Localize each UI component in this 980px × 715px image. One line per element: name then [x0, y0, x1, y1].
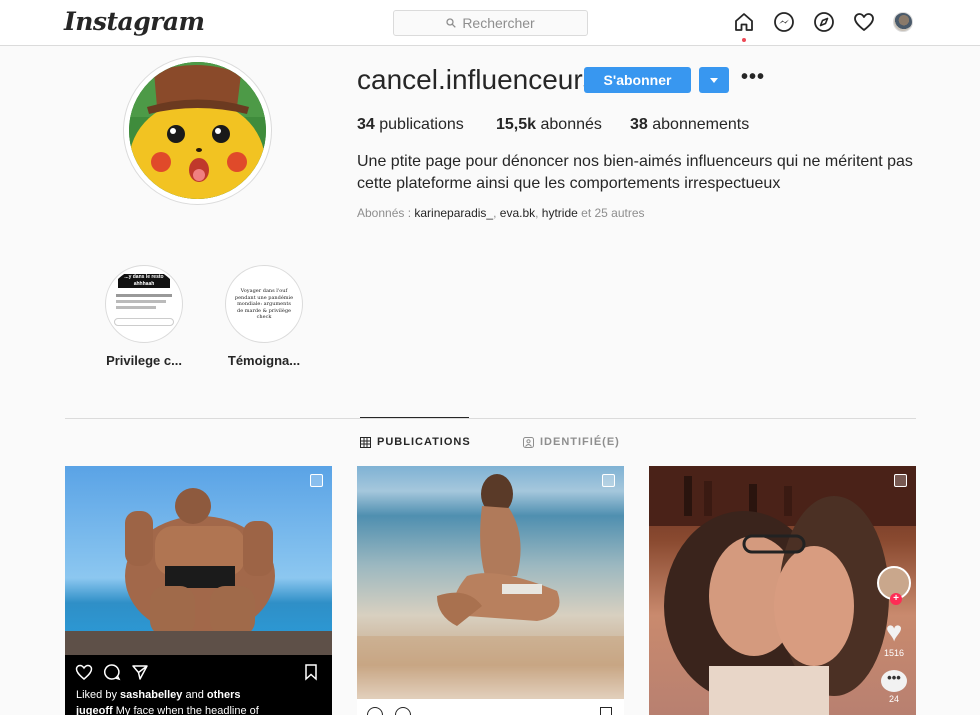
highlight-label: Témoigna... — [227, 353, 301, 368]
nav-icons — [733, 11, 913, 42]
heart-icon — [75, 664, 93, 680]
grid-icon — [360, 436, 371, 448]
comment-icon — [395, 707, 411, 715]
tab-tagged[interactable]: IDENTIFIÉ(E) — [523, 436, 620, 448]
home-icon[interactable] — [733, 11, 755, 42]
comment-icon — [104, 664, 121, 681]
highlight-label: Privilege c... — [106, 353, 182, 368]
top-navigation-bar: Instagram Rechercher — [0, 0, 980, 46]
story-highlight-temoignages[interactable]: Voyager dans l'ouf pendant une pandémie … — [225, 265, 303, 368]
profile-bio: Une ptite page pour dénoncer nos bien-ai… — [357, 153, 913, 192]
multi-photo-icon — [894, 474, 907, 487]
profile-username: cancel.influenceurs — [357, 64, 597, 95]
more-options-icon[interactable]: ••• — [741, 67, 764, 90]
video-side-actions: + ♥ 1516 ••• 24 — [876, 566, 912, 704]
explore-compass-icon[interactable] — [813, 11, 835, 33]
highlight-thumbnail: Voyager dans l'ouf pendant une pandémie … — [228, 268, 300, 340]
search-input[interactable]: Rechercher — [393, 10, 588, 36]
follow-plus-icon: + — [890, 593, 902, 605]
followers-count[interactable]: 15,5k abonnés — [496, 116, 630, 134]
like-heart-icon: ♥ — [885, 616, 903, 647]
tagged-user-icon — [523, 436, 534, 448]
post-thumbnail[interactable]: Liked by sashabelley and others jugeoff … — [65, 466, 332, 715]
creator-avatar: + — [877, 566, 911, 605]
comment-bubble-icon: ••• — [881, 670, 907, 692]
highlight-ring: ...y dans le resto ahhhaah — [105, 265, 183, 343]
post-thumbnail[interactable] — [357, 466, 624, 715]
post-caption: jugeoff My face when the headline of — [76, 705, 259, 715]
messenger-icon[interactable] — [773, 11, 795, 33]
embedded-post-footer: Liked by sashabelley and others jugeoff … — [65, 655, 332, 715]
post-thumbnail[interactable]: + ♥ 1516 ••• 24 — [649, 466, 916, 715]
profile-stats: 34 publications 15,5k abonnés 38 abonnem… — [357, 116, 749, 134]
like-count: 1516 — [883, 648, 905, 658]
comment-count: 24 — [888, 694, 899, 704]
highlight-ring: Voyager dans l'ouf pendant une pandémie … — [225, 265, 303, 343]
bookmark-icon — [600, 707, 612, 715]
activity-heart-icon[interactable] — [853, 11, 875, 33]
search-icon — [446, 18, 457, 28]
follow-button[interactable]: S'abonner — [584, 67, 691, 93]
story-highlight-privilege[interactable]: ...y dans le resto ahhhaah Privilege c..… — [105, 265, 183, 368]
profile-avatar[interactable] — [893, 12, 913, 32]
heart-icon — [367, 707, 383, 715]
bookmark-icon — [305, 664, 317, 681]
notification-dot — [742, 38, 746, 42]
profile-picture[interactable] — [129, 62, 266, 199]
tabs-divider — [65, 418, 916, 419]
search-placeholder: Rechercher — [462, 15, 535, 31]
share-icon — [132, 665, 148, 680]
suggested-accounts-dropdown-button[interactable] — [699, 67, 729, 93]
liked-by-text: Liked by sashabelley and others — [76, 689, 241, 701]
posts-count: 34 publications — [357, 116, 464, 133]
multi-photo-icon — [602, 474, 615, 487]
chevron-down-icon — [710, 77, 718, 83]
highlight-thumbnail: ...y dans le resto ahhhaah — [108, 268, 180, 340]
active-tab-indicator — [360, 417, 469, 418]
multi-photo-icon — [310, 474, 323, 487]
followed-by[interactable]: Abonnés : karineparadis_, eva.bk, hytrid… — [357, 206, 645, 220]
instagram-logo[interactable]: Instagram — [64, 7, 205, 36]
tab-publications[interactable]: PUBLICATIONS — [360, 436, 471, 448]
following-count[interactable]: 38 abonnements — [630, 116, 749, 134]
embedded-post-footer — [357, 699, 624, 715]
